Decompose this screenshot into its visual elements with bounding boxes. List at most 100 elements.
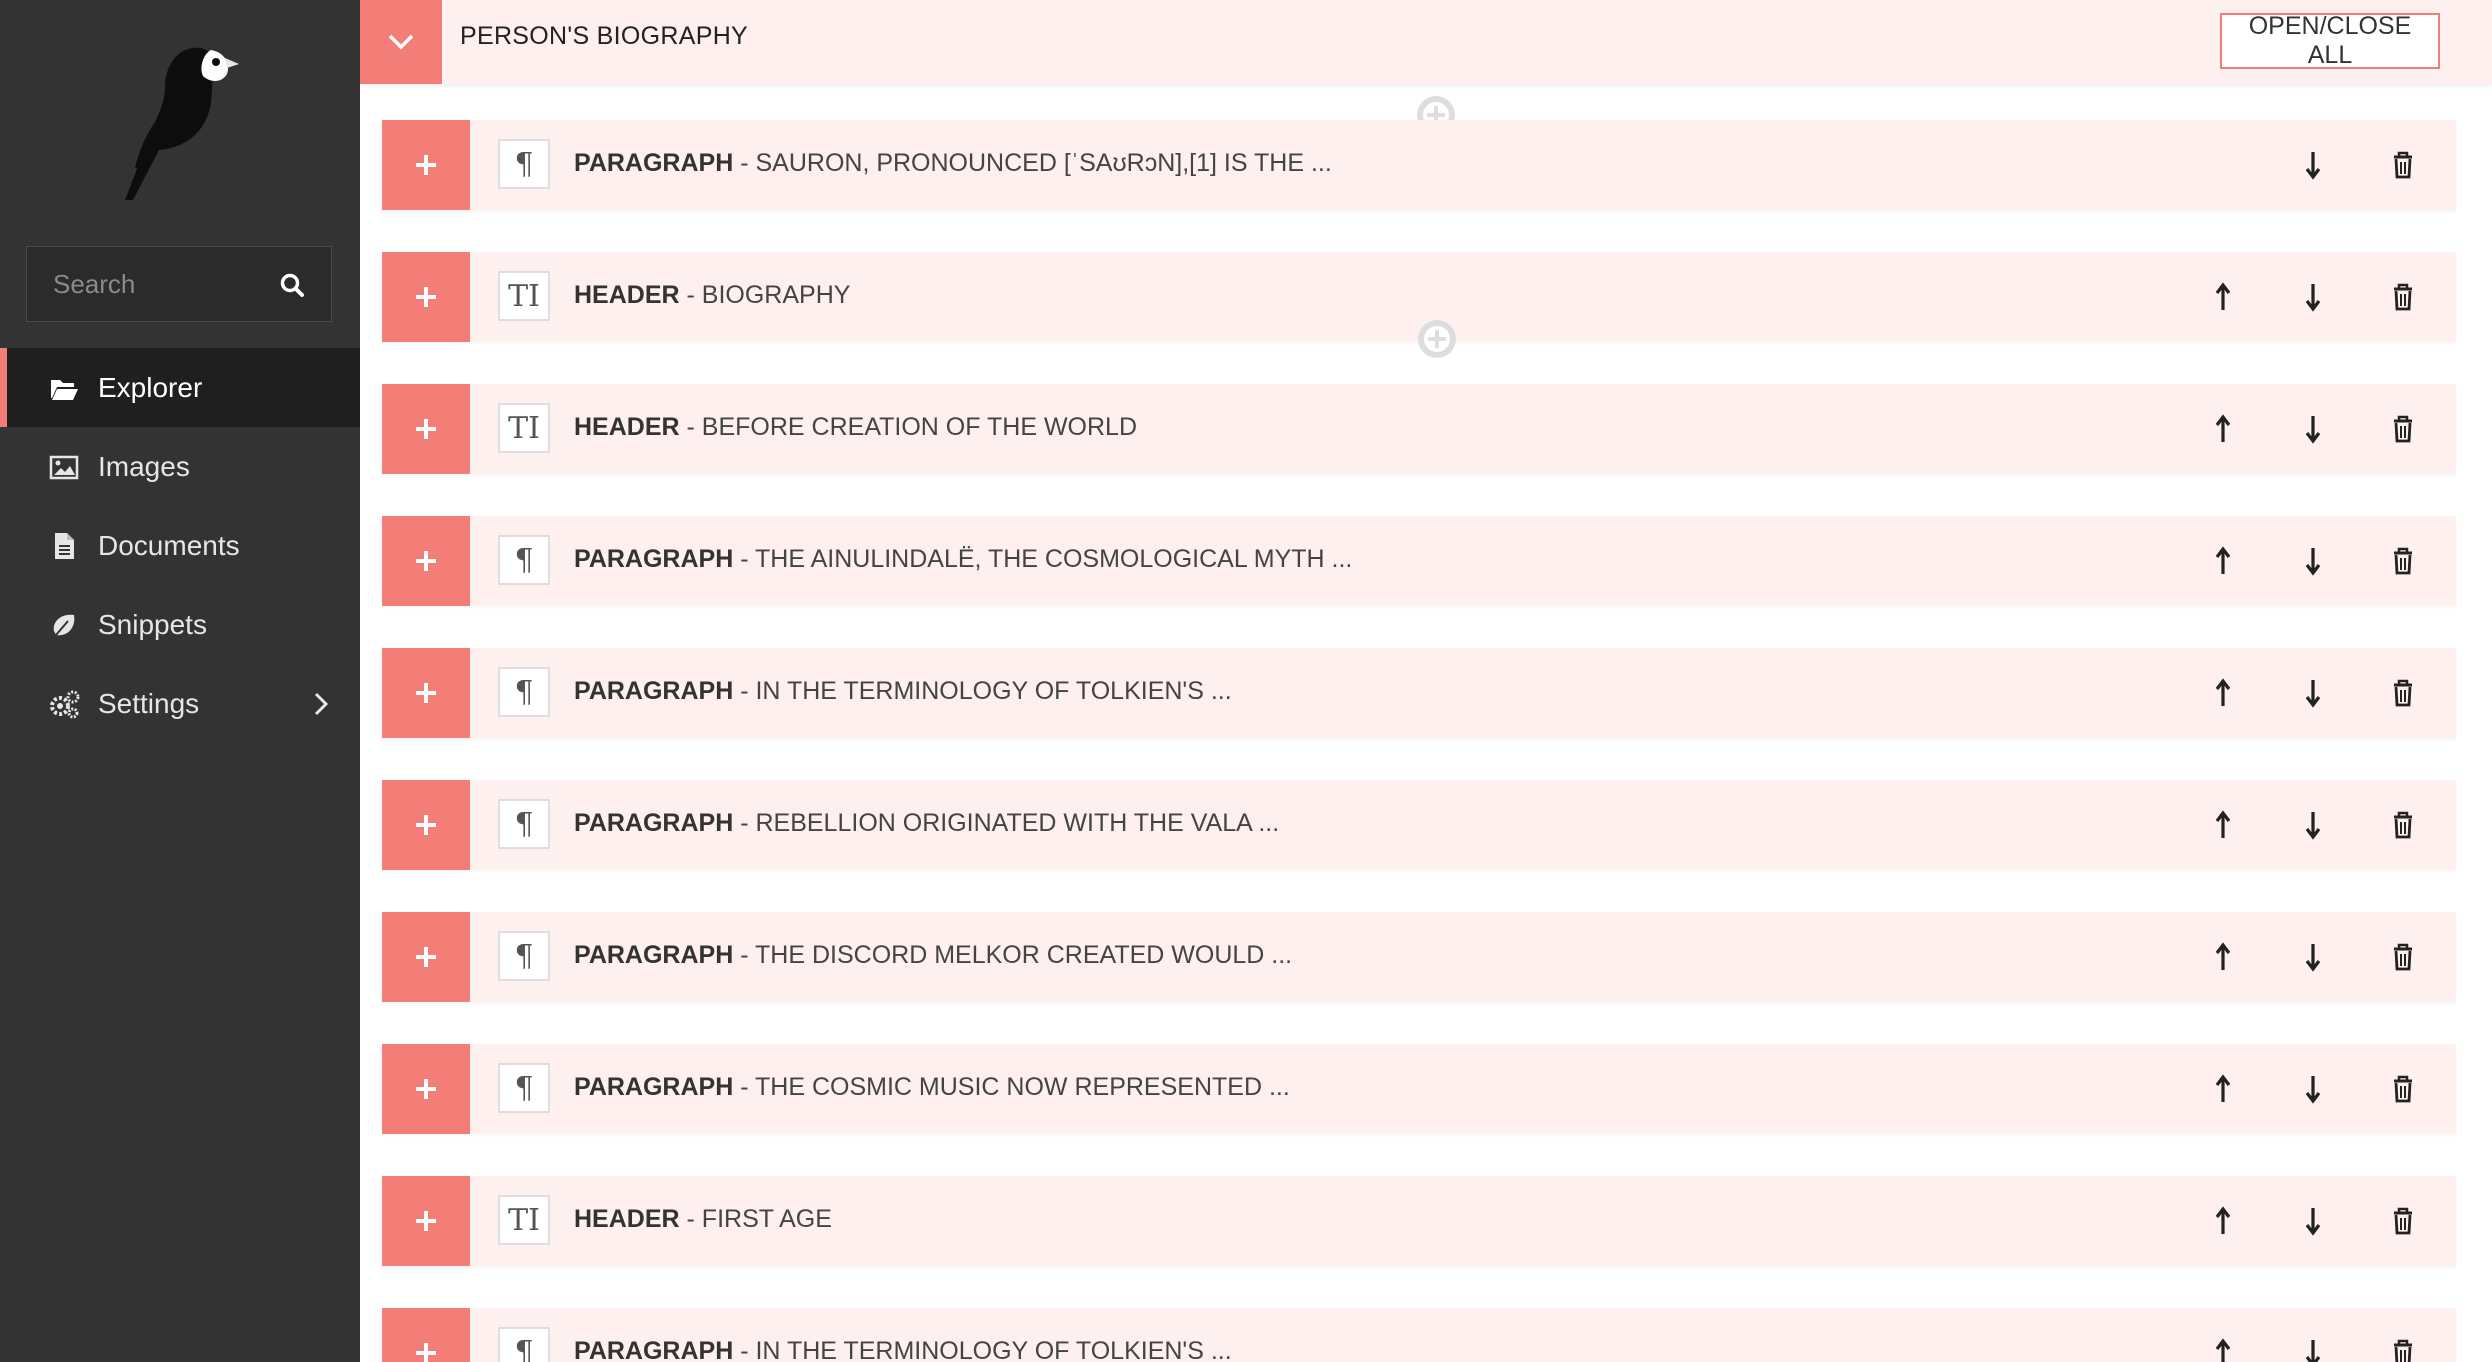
block-type: PARAGRAPH: [574, 677, 734, 705]
paragraph-icon: ¶: [498, 1327, 550, 1362]
arrow-down-icon[interactable]: [2296, 148, 2330, 182]
block-type: PARAGRAPH: [574, 1073, 734, 1101]
arrow-down-icon[interactable]: [2296, 544, 2330, 578]
arrow-up-icon[interactable]: [2206, 1072, 2240, 1106]
panel-title: PERSON'S BIOGRAPHY: [460, 22, 749, 50]
sidebar-item-label: Settings: [98, 687, 200, 719]
sidebar-item-documents[interactable]: Documents: [0, 506, 360, 585]
add-block-button[interactable]: [382, 1044, 470, 1134]
header-icon: TI: [498, 1195, 550, 1245]
add-block-button[interactable]: [382, 912, 470, 1002]
arrow-down-icon[interactable]: [2296, 1072, 2330, 1106]
sidebar-nav: Explorer Images Documents Snippets Setti…: [0, 348, 360, 743]
add-block-button[interactable]: [382, 780, 470, 870]
arrow-up-icon[interactable]: [2206, 412, 2240, 446]
arrow-down-icon[interactable]: [2296, 1204, 2330, 1238]
block-label: HEADER - BIOGRAPHY: [574, 281, 850, 310]
trash-icon[interactable]: [2386, 544, 2420, 578]
block-type: PARAGRAPH: [574, 941, 734, 969]
sidebar-item-explorer[interactable]: Explorer: [0, 348, 360, 427]
stream-block-paragraph[interactable]: ¶ PARAGRAPH - IN THE TERMINOLOGY OF TOLK…: [382, 1308, 2456, 1362]
arrow-down-icon[interactable]: [2296, 280, 2330, 314]
stream-block-paragraph[interactable]: ¶ PARAGRAPH - THE AINULINDALË, THE COSMO…: [382, 516, 2456, 606]
search-input[interactable]: [27, 247, 293, 321]
sidebar-item-images[interactable]: Images: [0, 427, 360, 506]
paragraph-icon: ¶: [498, 139, 550, 189]
trash-icon[interactable]: [2386, 940, 2420, 974]
block-type: PARAGRAPH: [574, 1337, 734, 1362]
header-icon: TI: [498, 271, 550, 321]
arrow-down-icon[interactable]: [2296, 808, 2330, 842]
trash-icon[interactable]: [2386, 1336, 2420, 1362]
arrow-up-icon[interactable]: [2206, 280, 2240, 314]
sidebar-item-label: Explorer: [98, 371, 203, 403]
sidebar-item-snippets[interactable]: Snippets: [0, 585, 360, 664]
plus-icon: [416, 287, 436, 307]
arrow-up-icon[interactable]: [2206, 808, 2240, 842]
wagtail-logo[interactable]: [115, 40, 245, 200]
sidebar-item-label: Documents: [98, 529, 240, 561]
arrow-up-icon[interactable]: [2206, 676, 2240, 710]
add-block-button[interactable]: [382, 252, 470, 342]
search-box: [26, 246, 332, 322]
image-icon: [49, 455, 79, 479]
trash-icon[interactable]: [2386, 1204, 2420, 1238]
arrow-up-icon[interactable]: [2206, 1204, 2240, 1238]
paragraph-icon: ¶: [498, 667, 550, 717]
paragraph-icon: ¶: [498, 931, 550, 981]
add-block-button[interactable]: [382, 384, 470, 474]
block-type: PARAGRAPH: [574, 149, 734, 177]
paragraph-icon: ¶: [498, 799, 550, 849]
plus-icon: [416, 551, 436, 571]
arrow-down-icon[interactable]: [2296, 676, 2330, 710]
block-label: PARAGRAPH - IN THE TERMINOLOGY OF TOLKIE…: [574, 677, 1232, 706]
sidebar-item-settings[interactable]: Settings: [0, 664, 360, 743]
plus-icon: [416, 683, 436, 703]
stream-block-paragraph[interactable]: ¶ PARAGRAPH - THE DISCORD MELKOR CREATED…: [382, 912, 2456, 1002]
stream-block-paragraph[interactable]: ¶ PARAGRAPH - IN THE TERMINOLOGY OF TOLK…: [382, 648, 2456, 738]
stream-block-paragraph[interactable]: ¶ PARAGRAPH - SAURON, PRONOUNCED [ˈSAʊRɔ…: [382, 120, 2456, 210]
open-close-all-button[interactable]: OPEN/CLOSE ALL: [2220, 12, 2440, 69]
trash-icon[interactable]: [2386, 1072, 2420, 1106]
insert-block-icon[interactable]: [1417, 319, 1457, 359]
add-block-button[interactable]: [382, 648, 470, 738]
trash-icon[interactable]: [2386, 280, 2420, 314]
sidebar-item-label: Images: [98, 450, 190, 482]
trash-icon[interactable]: [2386, 148, 2420, 182]
collapse-toggle-button[interactable]: [360, 0, 442, 84]
stream-block-paragraph[interactable]: ¶ PARAGRAPH - REBELLION ORIGINATED WITH …: [382, 780, 2456, 870]
paragraph-icon: ¶: [498, 535, 550, 585]
block-preview-text: - THE AINULINDALË, THE COSMOLOGICAL MYTH…: [733, 545, 1353, 573]
add-block-button[interactable]: [382, 1176, 470, 1266]
add-block-button[interactable]: [382, 120, 470, 210]
block-label: PARAGRAPH - IN THE TERMINOLOGY OF TOLKIE…: [574, 1337, 1232, 1362]
arrow-down-icon[interactable]: [2296, 1336, 2330, 1362]
header-icon: TI: [498, 403, 550, 453]
block-label: PARAGRAPH - THE COSMIC MUSIC NOW REPRESE…: [574, 1073, 1290, 1102]
plus-icon: [416, 155, 436, 175]
block-preview-text: - THE DISCORD MELKOR CREATED WOULD ...: [733, 941, 1293, 969]
panel-header: PERSON'S BIOGRAPHY OPEN/CLOSE ALL: [360, 0, 2492, 84]
arrow-up-icon[interactable]: [2206, 940, 2240, 974]
block-preview-text: - THE COSMIC MUSIC NOW REPRESENTED ...: [733, 1073, 1290, 1101]
add-block-button[interactable]: [382, 516, 470, 606]
plus-icon: [416, 947, 436, 967]
trash-icon[interactable]: [2386, 676, 2420, 710]
stream-block-header[interactable]: TI HEADER - FIRST AGE: [382, 1176, 2456, 1266]
paragraph-icon: ¶: [498, 1063, 550, 1113]
arrow-down-icon[interactable]: [2296, 412, 2330, 446]
search-icon[interactable]: [279, 272, 305, 298]
add-block-button[interactable]: [382, 1308, 470, 1362]
stream-block-header[interactable]: TI HEADER - BEFORE CREATION OF THE WORLD: [382, 384, 2456, 474]
arrow-down-icon[interactable]: [2296, 940, 2330, 974]
block-label: PARAGRAPH - SAURON, PRONOUNCED [ˈSAʊRɔN]…: [574, 149, 1332, 178]
plus-icon: [416, 1079, 436, 1099]
trash-icon[interactable]: [2386, 412, 2420, 446]
arrow-up-icon[interactable]: [2206, 544, 2240, 578]
stream-block-paragraph[interactable]: ¶ PARAGRAPH - THE COSMIC MUSIC NOW REPRE…: [382, 1044, 2456, 1134]
block-type: HEADER: [574, 281, 680, 309]
arrow-up-icon[interactable]: [2206, 1336, 2240, 1362]
plus-icon: [416, 419, 436, 439]
block-preview-text: - BEFORE CREATION OF THE WORLD: [679, 413, 1138, 441]
trash-icon[interactable]: [2386, 808, 2420, 842]
